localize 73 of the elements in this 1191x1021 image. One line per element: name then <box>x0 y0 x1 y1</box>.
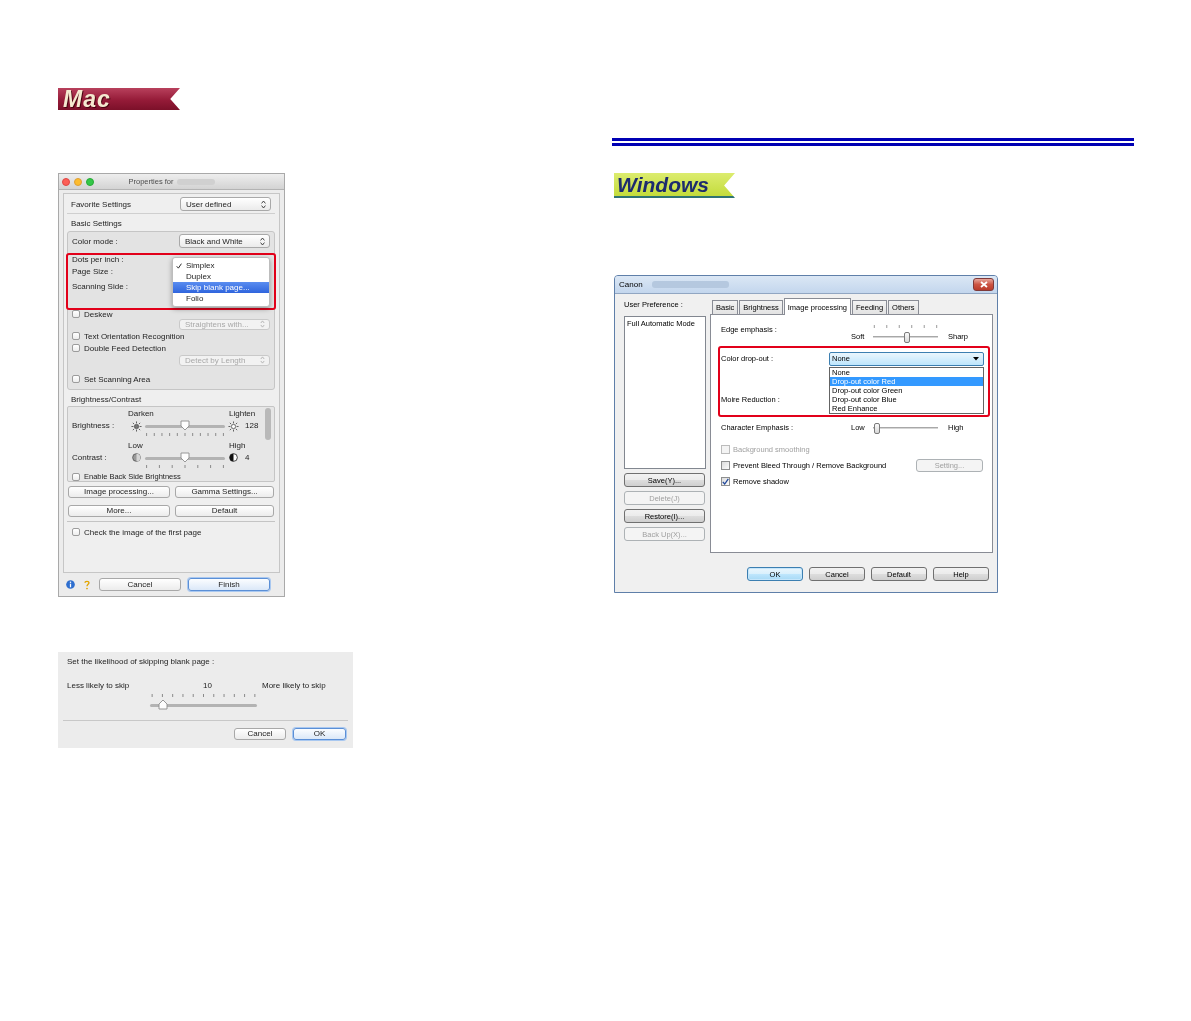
slider-min-label: Low <box>128 441 143 451</box>
stepper-arrows-icon <box>260 320 265 328</box>
popup-button[interactable]: User defined <box>180 197 271 211</box>
slider-thumb[interactable] <box>157 699 168 710</box>
scrollbar[interactable] <box>265 408 271 440</box>
dropdown-arrow-icon <box>973 356 979 361</box>
slider-label: Brightness : <box>72 420 115 432</box>
checkbox[interactable] <box>72 344 80 352</box>
action-button[interactable]: Default <box>175 505 274 517</box>
checkbox-label: Deskew <box>84 309 113 319</box>
checkbox-label: Check the image of the first page <box>84 527 202 537</box>
slider-min-label: Darken <box>128 409 154 419</box>
window-title: Canon <box>619 280 643 289</box>
field-label: Favorite Settings <box>71 199 132 209</box>
slider-thumb[interactable] <box>873 423 880 434</box>
field-label: Color mode : <box>72 236 118 246</box>
field-label: Page Size : <box>72 266 113 278</box>
checkbox[interactable] <box>721 476 730 486</box>
blurred-text <box>176 178 215 185</box>
menu-item[interactable]: Duplex <box>173 271 269 282</box>
slider-thumb[interactable] <box>180 452 190 463</box>
sun-icon <box>228 421 239 432</box>
checkbox[interactable] <box>721 461 730 470</box>
action-button[interactable]: Gamma Settings... <box>175 486 274 498</box>
close-icon <box>979 281 988 288</box>
menu-item[interactable]: Simplex <box>173 260 269 271</box>
info-icon[interactable] <box>66 580 75 589</box>
action-button[interactable]: Image processing... <box>68 486 170 498</box>
slider-min-label: Less likely to skip <box>67 681 130 691</box>
checkbox[interactable] <box>72 332 80 340</box>
slider-max-label: More likely to skip <box>262 681 326 691</box>
menu-item[interactable]: Skip blank page... <box>173 282 269 293</box>
prompt-text: Set the likelihood of skipping blank page : <box>67 657 215 667</box>
checkbox-label: Text Orientation Recognition <box>84 331 185 341</box>
dialog-button[interactable]: Cancel <box>99 578 181 591</box>
platform-banner: Mac <box>58 88 180 110</box>
field-label: Dots per inch : <box>72 255 124 264</box>
check-icon <box>722 477 729 485</box>
slider-max-label: Lighten <box>228 409 256 419</box>
stepper-arrows-icon <box>260 236 265 246</box>
checkbox[interactable] <box>72 472 80 481</box>
slider-thumb[interactable] <box>903 332 910 343</box>
check-icon <box>176 262 182 269</box>
slider-value: 10 <box>203 681 212 691</box>
popup-button[interactable]: Black and White <box>179 234 270 248</box>
sun-icon <box>131 421 142 432</box>
slider-value: 128 <box>244 420 259 432</box>
slider-value: 4 <box>244 452 250 464</box>
stepper-arrows-icon <box>260 356 265 364</box>
help-icon[interactable] <box>84 579 90 590</box>
close-button[interactable] <box>973 278 994 291</box>
dialog-button[interactable]: OK <box>293 728 346 740</box>
section-heading: Brightness/Contrast <box>71 395 142 405</box>
slider-thumb[interactable] <box>180 420 190 431</box>
menu-item[interactable]: Folio <box>173 293 269 304</box>
contrast-icon <box>132 453 141 462</box>
stepper-arrows-icon <box>261 199 266 209</box>
platform-banner: Windows <box>614 173 735 198</box>
field-label: Scanning Side : <box>72 281 129 293</box>
contrast-icon <box>229 453 238 462</box>
minimize-button[interactable] <box>74 177 82 186</box>
checkbox-label: Double Feed Detection <box>84 343 166 353</box>
dialog-button[interactable]: Finish <box>188 578 270 591</box>
slider-max-label: High <box>228 441 246 451</box>
checkbox[interactable] <box>72 528 80 536</box>
slider-label: Contrast : <box>72 452 107 464</box>
section-heading: Basic Settings <box>71 219 122 229</box>
zoom-button[interactable] <box>86 177 94 186</box>
checkbox[interactable] <box>72 310 80 318</box>
checkbox-label: Set Scanning Area <box>84 374 151 384</box>
dialog-button[interactable]: Cancel <box>234 728 286 740</box>
action-button[interactable]: More... <box>68 505 170 517</box>
checkbox[interactable] <box>72 375 80 383</box>
